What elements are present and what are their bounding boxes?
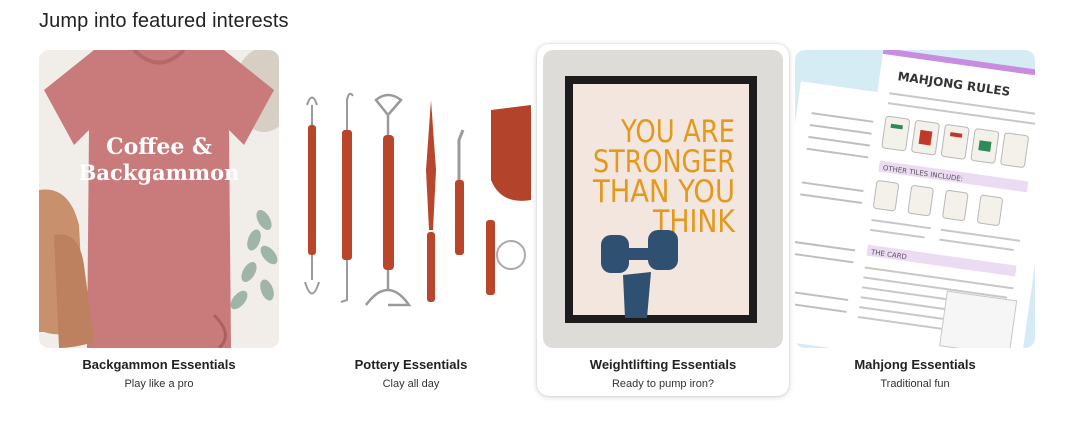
card-title: Mahjong Essentials [854,357,976,372]
weightlifting-image[interactable]: YOU ARE STRONGER THAN YOU THINK [543,50,783,348]
card-title: Backgammon Essentials [82,357,236,372]
pottery-image[interactable] [291,50,531,348]
backgammon-image[interactable]: Coffee & Backgammon [39,50,279,348]
mahjong-image[interactable]: MAHJONG RULES OTHER TILES INCLUDE: THE C… [795,50,1035,348]
interest-card-weightlifting[interactable]: YOU ARE STRONGER THAN YOU THINK Weightli… [537,44,789,396]
card-title: Weightlifting Essentials [589,357,737,372]
shirt-text-line-1: Coffee & [106,134,212,160]
interest-card-backgammon[interactable]: Coffee & Backgammon Backgammon Essential… [33,44,285,396]
interest-card-mahjong[interactable]: MAHJONG RULES OTHER TILES INCLUDE: THE C… [789,44,1041,396]
interest-card-pottery[interactable]: Pottery Essentials Clay all day [285,44,537,396]
shirt-text-line-2: Backgammon [79,160,240,185]
card-title: Pottery Essentials [354,357,468,372]
card-subtitle: Traditional fun [880,378,950,390]
card-subtitle: Clay all day [382,378,440,390]
card-subtitle: Ready to pump iron? [611,378,715,390]
card-subtitle: Play like a pro [124,378,194,390]
section-title: Jump into featured interests [39,10,289,32]
